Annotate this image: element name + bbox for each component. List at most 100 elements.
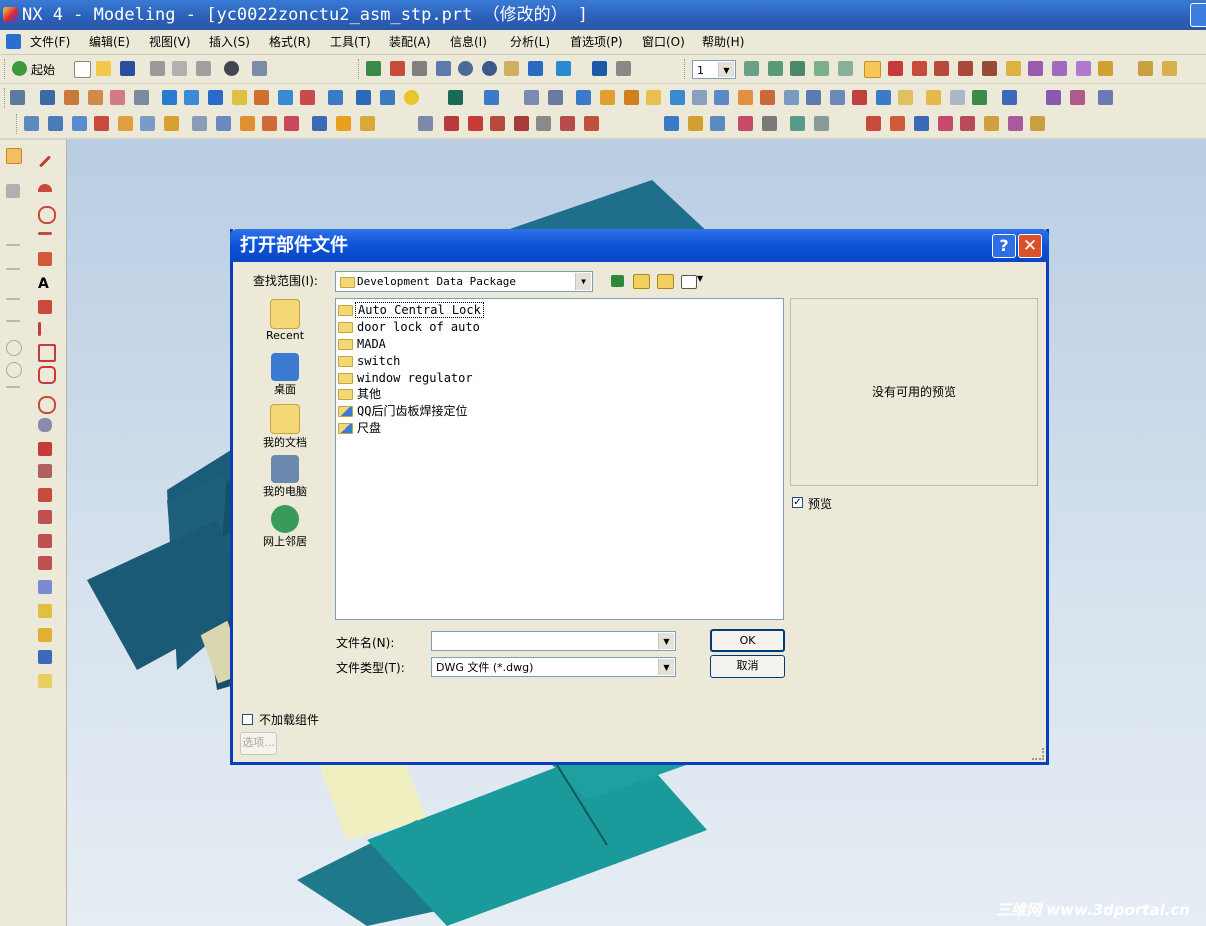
paste-icon[interactable] (196, 61, 211, 76)
place-my-documents[interactable]: 我的文档 (253, 404, 317, 450)
helix-tool-icon[interactable] (38, 418, 52, 432)
block-icon[interactable] (162, 90, 177, 105)
wcs-dynamics-icon[interactable] (912, 61, 927, 76)
surface-through-curves-icon[interactable] (24, 116, 39, 131)
toolbar-grip[interactable] (16, 114, 19, 134)
view-menu-chevron-icon[interactable]: ▼ (697, 274, 703, 283)
cancel-button[interactable]: 取消 (710, 655, 785, 678)
slot-icon[interactable] (356, 90, 371, 105)
promote-icon[interactable] (898, 90, 913, 105)
measure-icon[interactable] (1138, 61, 1153, 76)
bridge-tool-icon[interactable] (38, 510, 52, 524)
back-icon[interactable] (611, 275, 624, 287)
place-recent[interactable]: Recent (253, 299, 317, 342)
close-button[interactable]: ✕ (1018, 234, 1042, 258)
toolbar-grip[interactable] (4, 88, 7, 108)
menu-analysis[interactable]: 分析(L) (510, 30, 550, 54)
refresh-icon[interactable] (366, 61, 381, 76)
shell-icon[interactable] (624, 90, 639, 105)
menu-preferences[interactable]: 首选项(P) (570, 30, 623, 54)
layer-visible-icon[interactable] (768, 61, 783, 76)
menu-help[interactable]: 帮助(H) (702, 30, 744, 54)
face-blend-icon[interactable] (360, 116, 375, 131)
arc-icon[interactable] (468, 116, 483, 131)
pocket-icon[interactable] (300, 90, 315, 105)
section-tool-icon[interactable] (38, 674, 52, 688)
menu-window[interactable]: 窗口(O) (642, 30, 685, 54)
curve-length-icon[interactable] (960, 116, 975, 131)
edit-feature-icon[interactable] (1002, 90, 1017, 105)
cone-icon[interactable] (208, 90, 223, 105)
menu-file[interactable]: 文件(F) (30, 30, 70, 54)
trim-curve-icon[interactable] (866, 116, 881, 131)
move-to-layer-icon[interactable] (814, 61, 829, 76)
offset-tool-icon[interactable] (38, 488, 52, 502)
extension-icon[interactable] (216, 116, 231, 131)
wcs-rotate-icon[interactable] (934, 61, 949, 76)
mirror-tool-icon[interactable] (38, 580, 52, 594)
datum-axis-icon[interactable] (1098, 61, 1113, 76)
thread-icon[interactable] (852, 90, 867, 105)
offset-gray-icon[interactable] (6, 320, 20, 322)
list-item[interactable]: MADA (338, 336, 388, 352)
trim-body-icon[interactable] (548, 90, 563, 105)
sphere-icon[interactable] (232, 90, 247, 105)
extract-curve-icon[interactable] (814, 116, 829, 131)
menu-format[interactable]: 格式(R) (269, 30, 311, 54)
pad-icon[interactable] (328, 90, 343, 105)
filename-input[interactable]: ▼ (431, 631, 676, 651)
groove-icon[interactable] (380, 90, 395, 105)
csys-icon[interactable] (1028, 61, 1043, 76)
tube-icon[interactable] (134, 90, 149, 105)
styled-blend-icon[interactable] (336, 116, 351, 131)
circle-tool-icon[interactable] (38, 206, 56, 224)
thicken-icon[interactable] (950, 90, 965, 105)
unite-icon[interactable] (448, 90, 463, 105)
wcs-orient-icon[interactable] (958, 61, 973, 76)
move-feature-icon[interactable] (1098, 90, 1113, 105)
copy-icon[interactable] (172, 61, 187, 76)
offset-face-icon[interactable] (714, 90, 729, 105)
curve-analysis-icon[interactable] (418, 116, 433, 131)
datum-icon[interactable] (1052, 61, 1067, 76)
chevron-down-icon[interactable]: ▼ (658, 633, 674, 649)
offset-curve-icon[interactable] (664, 116, 679, 131)
point-tool-icon[interactable] (38, 252, 52, 266)
chevron-down-icon[interactable]: ▼ (718, 62, 734, 77)
list-item[interactable]: QQ后门齿板焊接定位 (338, 403, 469, 419)
edge-blend-icon[interactable] (576, 90, 591, 105)
no-load-components-checkbox[interactable] (242, 714, 253, 725)
combine-tool-icon[interactable] (38, 556, 52, 570)
corner-icon[interactable] (38, 322, 41, 336)
wcs-origin-icon[interactable] (888, 61, 903, 76)
combined-curve-icon[interactable] (738, 116, 753, 131)
swept-surface-icon[interactable] (94, 116, 109, 131)
chevron-down-icon[interactable]: ▼ (575, 273, 591, 290)
intersect-icon[interactable] (524, 90, 539, 105)
polygon-icon[interactable] (560, 116, 575, 131)
project-tool-icon[interactable] (38, 534, 52, 548)
ruler-icon[interactable] (1162, 61, 1177, 76)
background-icon[interactable] (616, 61, 631, 76)
help-button[interactable]: ? (992, 234, 1016, 258)
arc-gray-icon[interactable] (6, 268, 20, 270)
helix-icon[interactable] (584, 116, 599, 131)
sheet-icon[interactable] (926, 90, 941, 105)
menu-insert[interactable]: 插入(S) (209, 30, 250, 54)
extract-icon[interactable] (876, 90, 891, 105)
split-body-icon[interactable] (806, 90, 821, 105)
point-constructor-icon[interactable] (1006, 61, 1021, 76)
copy-to-layer-icon[interactable] (838, 61, 853, 76)
list-item[interactable]: window regulator (338, 370, 475, 386)
smooth-spline-icon[interactable] (984, 116, 999, 131)
view-orient-icon[interactable] (556, 61, 571, 76)
extract-tool-icon[interactable] (38, 628, 52, 642)
magnify-icon[interactable] (458, 61, 473, 76)
layer-combo[interactable]: 1 ▼ (692, 60, 736, 79)
boss-icon[interactable] (278, 90, 293, 105)
pan-icon[interactable] (504, 61, 519, 76)
toolbar-grip[interactable] (4, 59, 7, 79)
bridge-surface-icon[interactable] (140, 116, 155, 131)
line-gray-icon[interactable] (6, 244, 20, 246)
line-icon[interactable] (444, 116, 459, 131)
